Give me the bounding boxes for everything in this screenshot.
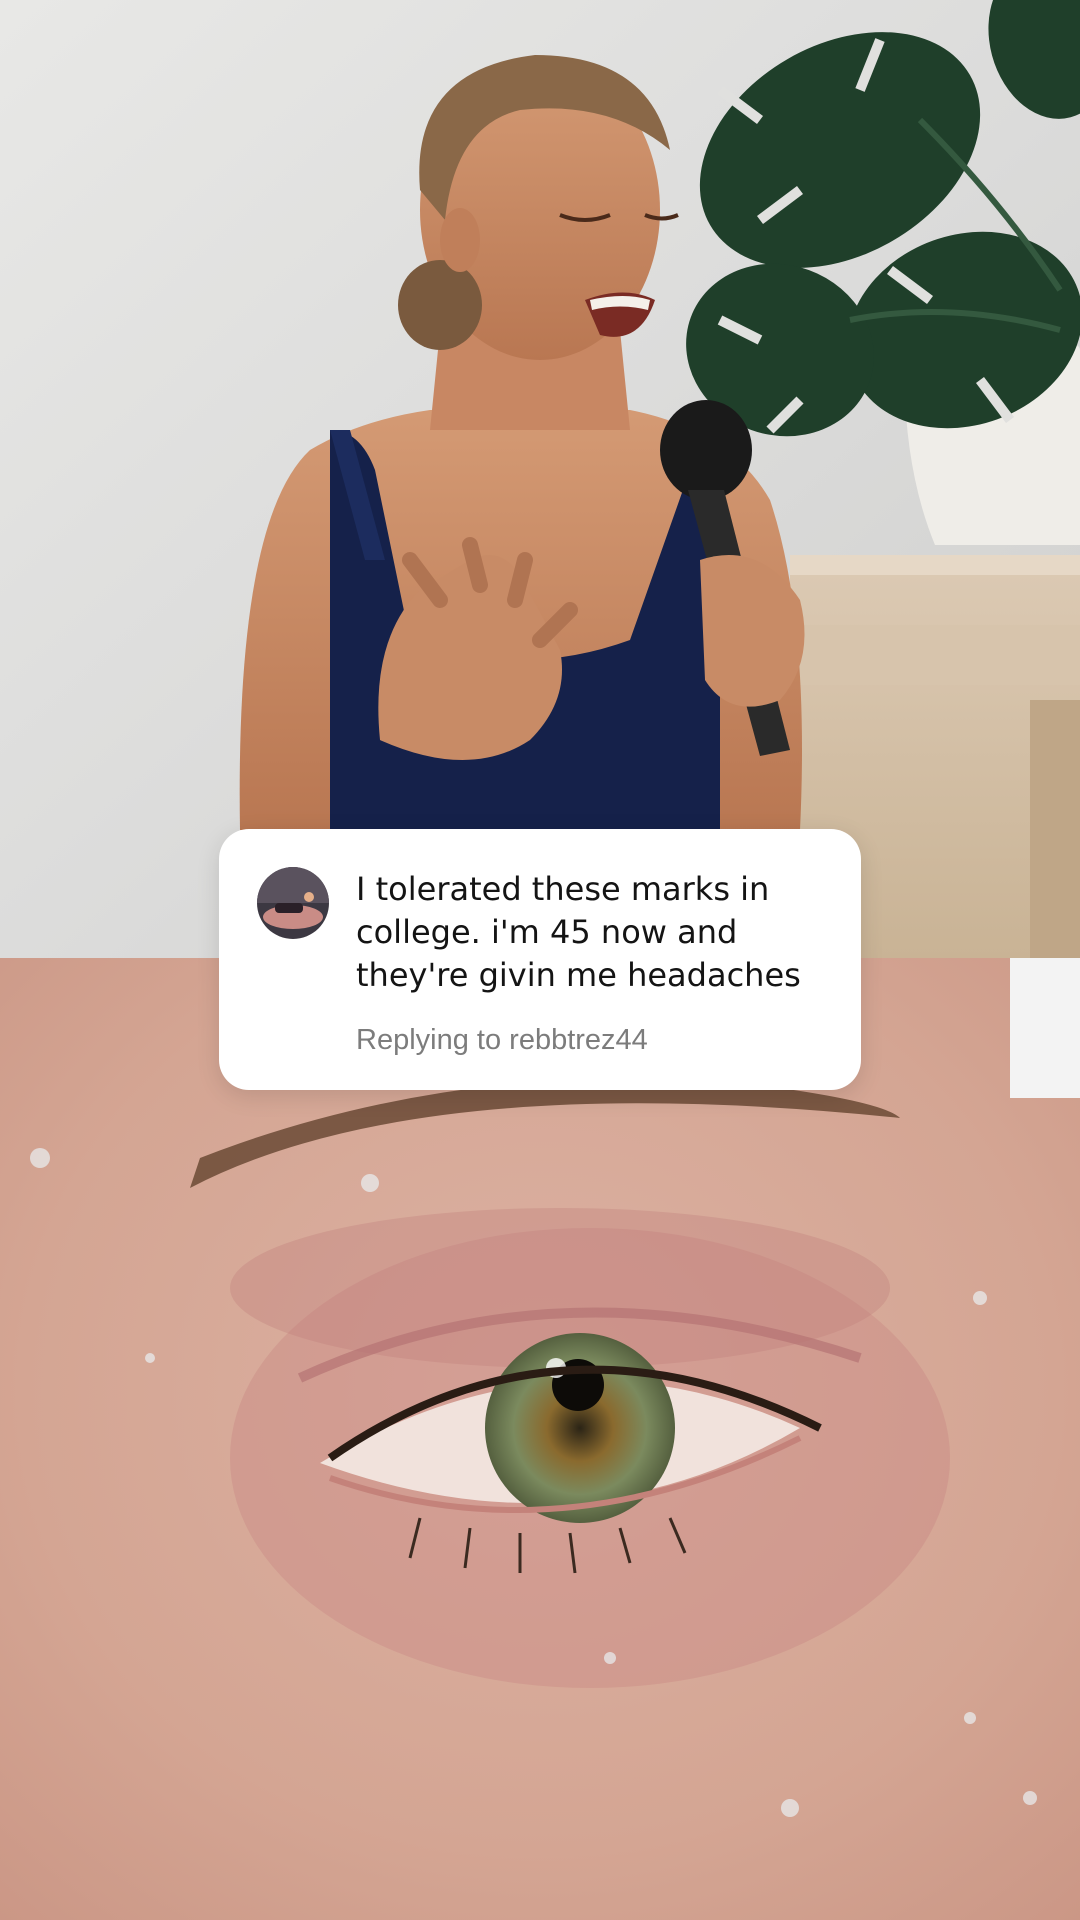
comment-reply-card[interactable]: I tolerated these marks in college. i'm … [219, 829, 861, 1090]
video-bottom-scene [0, 958, 1080, 1920]
reply-username[interactable]: rebbtrez44 [509, 1024, 648, 1056]
speaker-illustration [0, 0, 1080, 958]
user-avatar-icon [257, 867, 329, 939]
replying-to-line: Replying to rebbtrez44 [356, 1022, 648, 1058]
avatar[interactable] [257, 867, 329, 939]
reply-prefix: Replying to [356, 1024, 502, 1056]
video-top-scene [0, 0, 1080, 958]
video-frame[interactable]: I tolerated these marks in college. i'm … [0, 0, 1080, 1920]
comment-text: I tolerated these marks in college. i'm … [356, 870, 801, 994]
eye-closeup-illustration [0, 958, 1080, 1920]
